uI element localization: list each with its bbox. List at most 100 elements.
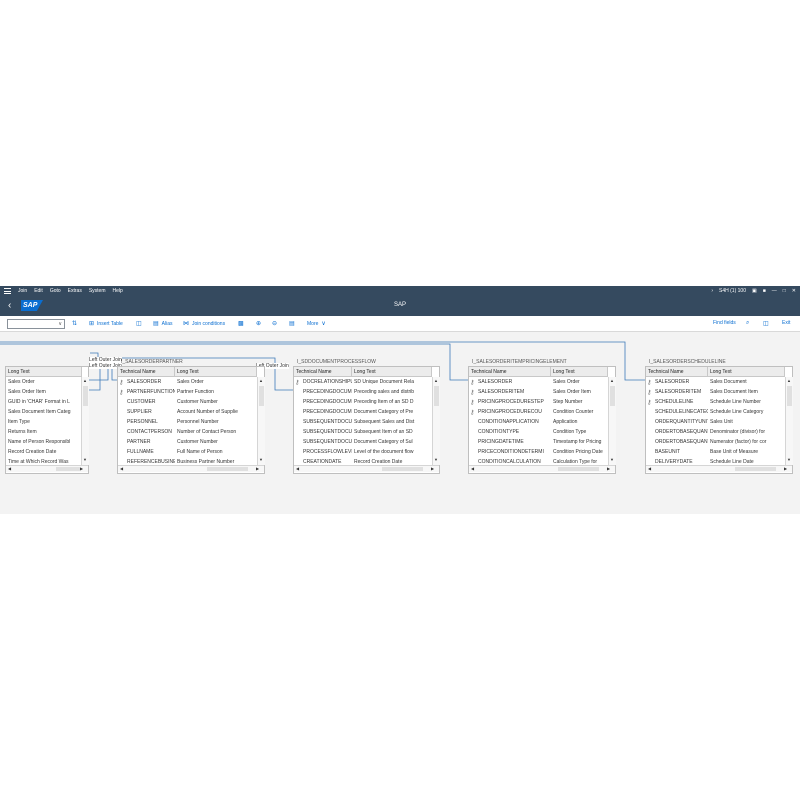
scroll-down-icon[interactable]: ▼: [787, 457, 791, 462]
zoom-out-icon[interactable]: ⊖: [272, 320, 280, 327]
hamburger-menu-icon[interactable]: [4, 288, 11, 294]
close-icon[interactable]: ✕: [792, 288, 796, 294]
scroll-thumb[interactable]: [610, 386, 615, 406]
table-row[interactable]: Sales Order: [6, 377, 81, 387]
table-row[interactable]: PRICINGDATETIME Timestamp for Pricing: [469, 437, 608, 447]
horizontal-scrollbar[interactable]: ◀ ▶: [646, 465, 792, 472]
table-row[interactable]: Returns Item: [6, 427, 81, 437]
table-box[interactable]: I_SALESORDERITEMPRICINGELEMENT Technical …: [468, 359, 616, 474]
scroll-down-icon[interactable]: ▼: [83, 457, 87, 462]
alias-button[interactable]: ▤ Alias: [153, 320, 173, 328]
table-row[interactable]: SCHEDULELINE Schedule Line Number ⚷: [646, 397, 785, 407]
table-row[interactable]: SUBSEQUENTDOCU Subsequent Sales and Dist: [294, 417, 432, 427]
scroll-up-icon[interactable]: ▲: [83, 378, 87, 383]
hierarchy-icon[interactable]: ⇅: [72, 320, 80, 327]
table-row[interactable]: SCHEDULELINECATEG Schedule Line Category: [646, 407, 785, 417]
scroll-thumb[interactable]: [382, 467, 423, 471]
scroll-thumb[interactable]: [735, 467, 776, 471]
scroll-thumb[interactable]: [207, 467, 248, 471]
horizontal-scrollbar[interactable]: ◀ ▶: [469, 465, 615, 472]
scroll-thumb[interactable]: [83, 386, 88, 406]
horizontal-scrollbar[interactable]: ◀ ▶: [294, 465, 439, 472]
table-row[interactable]: ORDERTOBASEQUANT Denominator (divisor) fo…: [646, 427, 785, 437]
more-button[interactable]: More ∨: [307, 320, 326, 328]
vertical-scrollbar[interactable]: ▲ ▼: [608, 377, 616, 465]
scroll-left-icon[interactable]: ◀: [296, 466, 299, 471]
menu-system[interactable]: System: [89, 288, 106, 294]
menu-join[interactable]: Join: [18, 288, 27, 294]
table-row[interactable]: SALESORDERITEM Sales Order Item ⚷: [469, 387, 608, 397]
table-row[interactable]: FULLNAME Full Name of Person: [118, 447, 257, 457]
settings-icon[interactable]: ■: [763, 288, 766, 294]
column-header[interactable]: Long Text: [6, 367, 82, 377]
table-row[interactable]: SALESORDER Sales Order ⚷: [118, 377, 257, 387]
table-row[interactable]: PARTNER Customer Number: [118, 437, 257, 447]
table-row[interactable]: CONTACTPERSON Number of Contact Person: [118, 427, 257, 437]
table-row[interactable]: CONDITIONAPPLICATION Application: [469, 417, 608, 427]
scroll-thumb[interactable]: [787, 386, 792, 406]
scroll-down-icon[interactable]: ▼: [259, 457, 263, 462]
column-header[interactable]: Long Text: [175, 367, 257, 377]
menu-goto[interactable]: Goto: [50, 288, 61, 294]
search-icon[interactable]: ⌕: [746, 320, 752, 327]
scroll-up-icon[interactable]: ▲: [610, 378, 614, 383]
zoom-in-icon[interactable]: ⊕: [256, 320, 264, 327]
column-header[interactable]: Technical Name: [469, 367, 551, 377]
chevron-down-icon[interactable]: ∨: [58, 321, 62, 327]
table-box[interactable]: Long Text Sales Order Sales Order Item GUID…: [5, 366, 89, 474]
print-icon[interactable]: ▤: [289, 320, 298, 327]
table-name[interactable]: I_SALESORDERITEMPRICINGELEMENT: [472, 359, 567, 365]
horizontal-scrollbar[interactable]: ◀ ▶: [118, 465, 264, 472]
menu-extras[interactable]: Extras: [68, 288, 82, 294]
insert-table-button[interactable]: ⊞ Insert Table: [89, 320, 123, 328]
delete-icon[interactable]: ◫: [136, 320, 145, 327]
scroll-up-icon[interactable]: ▲: [259, 378, 263, 383]
chevron-right-icon[interactable]: ›: [711, 288, 713, 294]
scroll-thumb[interactable]: [558, 467, 599, 471]
table-row[interactable]: Sales Order Item: [6, 387, 81, 397]
table-row[interactable]: SUPPLIER Account Number of Supplie: [118, 407, 257, 417]
table-row[interactable]: PRECEDINGDOCUME Preceding Item of an SD D: [294, 397, 432, 407]
column-header[interactable]: Technical Name: [118, 367, 175, 377]
table-row[interactable]: PARTNERFUNCTION Partner Function ⚷: [118, 387, 257, 397]
vertical-scrollbar[interactable]: ▲ ▼: [81, 377, 89, 465]
table-box[interactable]: I_SALESORDERPARTNER Technical Name Long Te…: [117, 359, 265, 474]
scroll-right-icon[interactable]: ▶: [784, 466, 787, 471]
table-row[interactable]: SALESORDERITEM Sales Document Item ⚷: [646, 387, 785, 397]
fit-screen-icon[interactable]: ▩: [238, 320, 247, 327]
exit-button[interactable]: Exit: [782, 320, 790, 326]
column-header[interactable]: Long Text: [352, 367, 432, 377]
table-row[interactable]: SUBSEQUENTDOCU Subsequent Item of an SD: [294, 427, 432, 437]
maximize-icon[interactable]: □: [783, 288, 786, 294]
table-row[interactable]: CUSTOMER Customer Number: [118, 397, 257, 407]
scroll-right-icon[interactable]: ▶: [431, 466, 434, 471]
screen-icon[interactable]: ▣: [752, 288, 757, 294]
table-row[interactable]: DOCRELATIONSHIPU SD Unique Document Rela ⚷: [294, 377, 432, 387]
scroll-up-icon[interactable]: ▲: [434, 378, 438, 383]
find-fields-button[interactable]: Find fields: [713, 320, 736, 326]
table-row[interactable]: PRICECONDITIONDETERMI Condition Pricing D…: [469, 447, 608, 457]
table-row[interactable]: PRICINGPROCEDURESTEP Step Number ⚷: [469, 397, 608, 407]
table-name[interactable]: I_SDDOCUMENTPROCESSFLOW: [297, 359, 376, 365]
scroll-right-icon[interactable]: ▶: [256, 466, 259, 471]
table-row[interactable]: BASEUNIT Base Unit of Measure: [646, 447, 785, 457]
table-row[interactable]: SALESORDER Sales Order ⚷: [469, 377, 608, 387]
scroll-thumb[interactable]: [434, 386, 439, 406]
table-row[interactable]: GUID in 'CHAR' Format in L: [6, 397, 81, 407]
scroll-left-icon[interactable]: ◀: [8, 466, 11, 471]
table-row[interactable]: PRECEDINGDOCUME Preceding sales and distr…: [294, 387, 432, 397]
scroll-thumb[interactable]: [56, 467, 80, 471]
scroll-down-icon[interactable]: ▼: [434, 457, 438, 462]
column-header[interactable]: Technical Name: [294, 367, 352, 377]
table-row[interactable]: Item Type: [6, 417, 81, 427]
menu-help[interactable]: Help: [113, 288, 123, 294]
scroll-right-icon[interactable]: ▶: [80, 466, 83, 471]
table-name[interactable]: I_SALESORDERPARTNER: [121, 359, 183, 365]
table-row[interactable]: Name of Person Responsibl: [6, 437, 81, 447]
column-header[interactable]: Long Text: [708, 367, 785, 377]
table-row[interactable]: SUBSEQUENTDOCU Document Category of Sul: [294, 437, 432, 447]
horizontal-scrollbar[interactable]: ◀ ▶: [6, 465, 88, 472]
table-row[interactable]: Sales Document Item Categ: [6, 407, 81, 417]
table-box[interactable]: I_SALESORDERSCHEDULELINE Technical Name Lo…: [645, 359, 793, 474]
table-box[interactable]: I_SDDOCUMENTPROCESSFLOW Technical Name Lon…: [293, 359, 440, 474]
